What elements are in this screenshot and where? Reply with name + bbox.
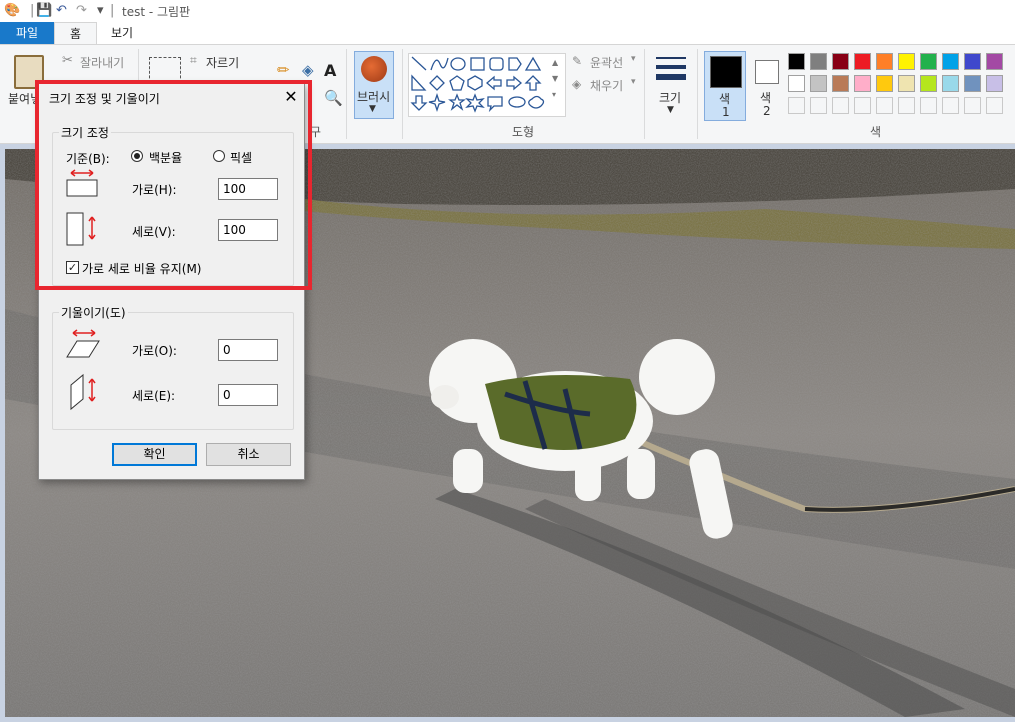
ribbon-tabs: 파일 홈 보기	[0, 22, 1015, 44]
palette-swatch[interactable]	[832, 75, 849, 92]
palette-swatch[interactable]	[810, 53, 827, 70]
cut-button[interactable]: 잘라내기	[80, 54, 124, 71]
vertical-skew-icon	[70, 373, 96, 411]
save-icon[interactable]: 💾	[36, 3, 52, 18]
shapes-group-label: 도형	[512, 125, 535, 139]
palette-swatch[interactable]	[898, 53, 915, 70]
palette-swatch[interactable]	[986, 75, 1003, 92]
scissors-icon: ✂	[62, 53, 73, 68]
palette-swatch-empty[interactable]	[898, 97, 915, 114]
palette-swatch[interactable]	[964, 53, 981, 70]
size-label: 크기	[659, 91, 682, 105]
crop-button[interactable]: 자르기	[206, 54, 239, 71]
size-line-icon	[656, 74, 686, 80]
pencil-icon[interactable]: ✏	[277, 61, 290, 79]
text-tool-icon[interactable]: A	[324, 61, 336, 80]
color-palette	[788, 53, 1010, 119]
palette-swatch-empty[interactable]	[788, 97, 805, 114]
skew-vertical-input[interactable]: 0	[218, 384, 278, 406]
palette-swatch[interactable]	[876, 53, 893, 70]
brush-icon	[361, 56, 387, 82]
palette-swatch[interactable]	[920, 75, 937, 92]
redo-icon[interactable]: ↷	[76, 3, 87, 18]
palette-swatch[interactable]	[810, 75, 827, 92]
divider: |	[110, 3, 115, 18]
highlight-box	[35, 80, 312, 290]
chevron-down-icon: ▾	[631, 54, 636, 64]
window-title: test - 그림판	[122, 5, 191, 19]
color2-num: 2	[763, 104, 771, 118]
palette-swatch[interactable]	[854, 75, 871, 92]
horizontal-skew-icon	[66, 329, 100, 358]
skew-horizontal-label: 가로(O):	[132, 344, 177, 358]
color1-button[interactable]: 색 1	[704, 51, 746, 121]
palette-swatch[interactable]	[788, 75, 805, 92]
skew-legend: 기울이기(도)	[59, 304, 128, 321]
palette-swatch[interactable]	[942, 75, 959, 92]
palette-swatch-empty[interactable]	[964, 97, 981, 114]
color2-swatch	[755, 60, 779, 84]
palette-swatch-empty[interactable]	[942, 97, 959, 114]
palette-swatch[interactable]	[920, 53, 937, 70]
chevron-down-icon: ▾	[631, 77, 636, 87]
title-bar: 🎨 | 💾 ↶ ↷ ▾ | test - 그림판	[0, 0, 1015, 22]
palette-swatch[interactable]	[788, 53, 805, 70]
palette-swatch[interactable]	[854, 53, 871, 70]
brush-label: 브러시	[357, 90, 391, 104]
fill-icon[interactable]: ◈	[302, 61, 314, 79]
customize-quick-access-icon[interactable]: ▾	[97, 3, 104, 18]
crop-icon: ⌗	[190, 53, 197, 67]
size-line-icon	[656, 57, 686, 59]
tab-file[interactable]: 파일	[0, 22, 54, 44]
color2-button[interactable]: 색 2	[750, 51, 784, 121]
palette-swatch[interactable]	[876, 75, 893, 92]
palette-swatch[interactable]	[942, 53, 959, 70]
shapes-scroll[interactable]: ▲ ▼ ▾	[552, 55, 562, 111]
size-button[interactable]: 크기 ▼	[654, 53, 688, 133]
chevron-down-icon: ▼	[667, 105, 674, 115]
palette-swatch[interactable]	[898, 75, 915, 92]
outline-icon: ✎	[572, 54, 583, 68]
size-line-icon	[656, 65, 686, 69]
shapes-icons[interactable]	[409, 54, 565, 116]
tab-home[interactable]: 홈	[54, 22, 97, 44]
palette-swatch[interactable]	[964, 75, 981, 92]
chevron-down-icon: ▼	[369, 104, 376, 114]
palette-swatch-empty[interactable]	[810, 97, 827, 114]
app-icon: 🎨	[4, 3, 21, 18]
palette-swatch-empty[interactable]	[920, 97, 937, 114]
shapes-gallery[interactable]	[408, 53, 566, 117]
skew-horizontal-input[interactable]: 0	[218, 339, 278, 361]
cancel-button[interactable]: 취소	[206, 443, 291, 466]
outline-button[interactable]: 윤곽선	[590, 54, 623, 71]
fill-bucket-icon: ◈	[572, 77, 582, 91]
color1-swatch	[710, 56, 742, 88]
palette-swatch-empty[interactable]	[986, 97, 1003, 114]
fill-button[interactable]: 채우기	[590, 77, 623, 94]
palette-swatch-empty[interactable]	[832, 97, 849, 114]
magnifier-icon[interactable]: 🔍	[324, 89, 343, 107]
brush-button[interactable]: 브러시 ▼	[354, 51, 394, 119]
palette-swatch[interactable]	[986, 53, 1003, 70]
palette-swatch-empty[interactable]	[854, 97, 871, 114]
undo-icon[interactable]: ↶	[56, 3, 67, 18]
tab-view[interactable]: 보기	[97, 22, 147, 44]
skew-vertical-label: 세로(E):	[132, 389, 176, 403]
colors-group-label: 색	[870, 125, 882, 139]
divider: |	[30, 3, 35, 18]
color1-num: 1	[722, 105, 730, 119]
palette-swatch[interactable]	[832, 53, 849, 70]
palette-swatch-empty[interactable]	[876, 97, 893, 114]
ok-button[interactable]: 확인	[112, 443, 197, 466]
